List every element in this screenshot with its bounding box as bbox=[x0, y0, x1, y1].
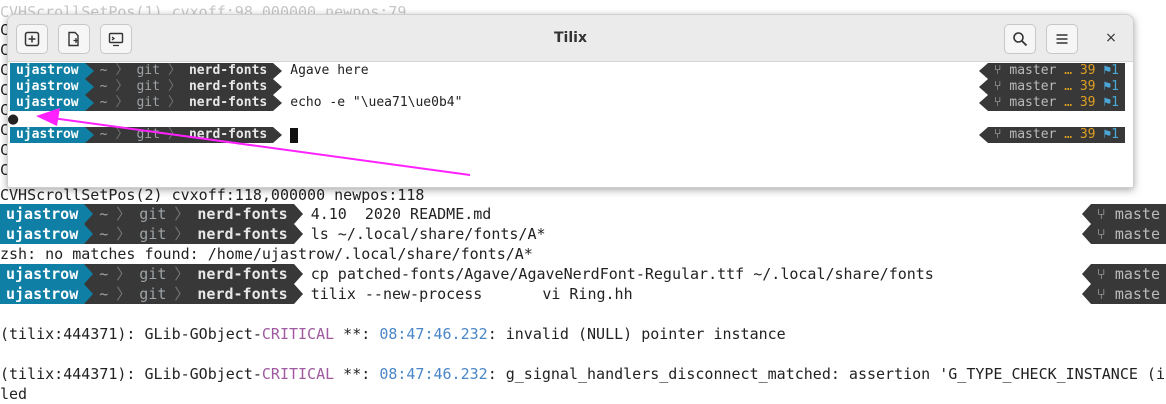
annotation-arrow bbox=[36, 108, 471, 176]
arrow-head bbox=[36, 108, 60, 126]
arrow-shaft bbox=[51, 117, 471, 176]
